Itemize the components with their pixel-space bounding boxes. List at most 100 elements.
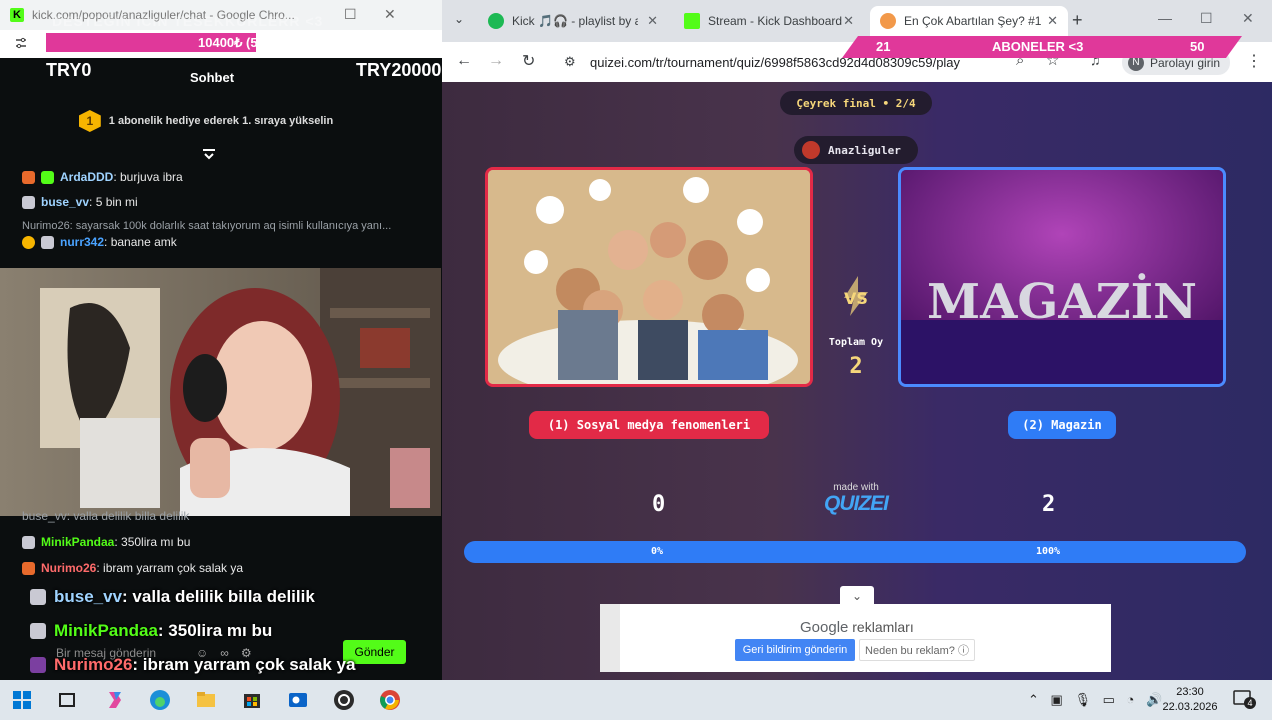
kick-chat-window: K kick.com/popout/anazliguler/chat - Goo… xyxy=(0,0,442,680)
clock-date: 22.03.2026 xyxy=(1162,701,1218,713)
tab-quizei[interactable]: En Çok Abartılan Şey? #1 ✕ xyxy=(870,6,1068,36)
google-ad-panel: Google reklamları Geri bildirim gönderin… xyxy=(600,604,1111,672)
tab-search-icon[interactable]: ⌄ xyxy=(454,12,464,26)
close-tab-icon[interactable]: ✕ xyxy=(647,13,658,29)
subscription-goal-bar: 10400₺ (5 xyxy=(46,33,414,52)
spotify-icon xyxy=(488,13,504,29)
menu-icon[interactable]: ⋮ xyxy=(1246,51,1262,71)
chat-username[interactable]: buse_vv xyxy=(41,195,89,209)
vs-text: VS xyxy=(844,289,868,308)
system-tray: ⌃ ▣ 🎙 ▭ ◔ 🔊 xyxy=(1028,692,1162,708)
collapse-chat-icon[interactable] xyxy=(202,147,216,161)
microsoft-store-icon[interactable] xyxy=(240,688,264,712)
tab-strip: ⌄ Kick 🎵🎧 - playlist by a... ✕ Stream - … xyxy=(442,0,1272,42)
stream-subscriber-overlay: 21 ABONELER <3 50 xyxy=(842,36,1242,58)
microphone-icon[interactable]: 🎙 xyxy=(1074,692,1091,707)
forward-icon[interactable]: → xyxy=(488,52,504,70)
maximize-icon[interactable]: ☐ xyxy=(344,6,357,23)
round-indicator: Çeyrek final • 2/4 xyxy=(780,91,932,115)
edge-icon[interactable] xyxy=(148,688,172,712)
windows-start-icon[interactable] xyxy=(10,688,34,712)
site-info-icon[interactable]: ⚙ xyxy=(564,54,576,70)
user-avatar xyxy=(30,623,46,639)
chat-username[interactable]: MinikPandaa xyxy=(41,535,114,549)
file-explorer-icon[interactable] xyxy=(194,688,218,712)
obs-studio-icon[interactable] xyxy=(332,688,356,712)
gift-sub-prompt[interactable]: 1 1 abonelik hediye ederek 1. sıraya yük… xyxy=(0,106,412,136)
chat-username[interactable]: ArdaDDD xyxy=(60,170,113,184)
chat-username[interactable]: nurr342 xyxy=(60,235,104,249)
chat-message: Nurimo26 : ibram yarram çok salak ya xyxy=(22,561,243,575)
user-avatar xyxy=(30,589,46,605)
why-this-ad-button[interactable]: Neden bu reklam? ⓘ xyxy=(859,639,975,661)
chat-header: TRY0 Sohbet TRY20000 xyxy=(0,58,442,94)
subscription-goal-text: 10400₺ (5 xyxy=(198,35,258,50)
user-avatar xyxy=(22,195,35,209)
tab-label: En Çok Abartılan Şey? #1 xyxy=(904,14,1042,28)
chat-username[interactable]: Nurimo26 xyxy=(41,561,96,575)
overlay-sub-title: ABONELER <3 xyxy=(992,39,1084,54)
close-icon[interactable]: ✕ xyxy=(384,6,396,23)
chat-message: ArdaDDD : burjuva ibra xyxy=(22,170,183,184)
chat-text: buse_vv: valla delilik billa delilik xyxy=(22,509,190,523)
chat-message: MinikPandaa : 350lira mı bu xyxy=(22,535,190,549)
magazin-card-text: MAGAZİN xyxy=(927,272,1197,330)
choice-card-left[interactable] xyxy=(485,167,813,387)
overlay-sub-right: 50 xyxy=(1190,39,1205,54)
chat-message: buse_vv : 5 bin mi xyxy=(22,195,138,209)
reply-reference[interactable]: Nurimo26: sayarsak 100k dolarlık saat ta… xyxy=(22,220,391,232)
clock[interactable]: 23:30 22.03.2026 xyxy=(1160,685,1220,715)
maximize-icon[interactable]: ☐ xyxy=(1200,10,1213,27)
show-hidden-icons[interactable]: ⌃ xyxy=(1028,692,1039,707)
stream-overlay-banner: DESTEĞIN ICIN TESEKKURLERR <3 xyxy=(52,13,324,29)
quizei-logo[interactable]: QUIZEI xyxy=(814,492,898,516)
webcam-image xyxy=(0,268,441,516)
battery-icon[interactable]: ▭ xyxy=(1103,692,1115,707)
choice-button-left[interactable]: (1) Sosyal medya fenomenleri xyxy=(529,411,769,439)
outlook-icon[interactable] xyxy=(286,688,310,712)
tab-spotify[interactable]: Kick 🎵🎧 - playlist by a... ✕ xyxy=(478,6,668,36)
user-avatar xyxy=(41,235,54,249)
tab-kick-dashboard[interactable]: Stream - Kick Dashboard ✕ xyxy=(674,6,864,36)
left-score: 0 xyxy=(652,492,666,517)
task-view-icon[interactable] xyxy=(55,688,79,712)
close-tab-icon[interactable]: ✕ xyxy=(1047,13,1058,29)
ad-title-suffix: reklamları xyxy=(852,619,914,635)
site-settings-icon[interactable] xyxy=(14,36,28,53)
overlay-username: Nurimo26 xyxy=(54,655,133,674)
chat-text: : ibram yarram çok salak ya xyxy=(96,561,244,575)
notification-center-icon[interactable]: 4 xyxy=(1232,689,1256,709)
minimize-icon[interactable]: — xyxy=(1158,10,1172,26)
choice-card-right[interactable]: MAGAZİN xyxy=(898,167,1226,387)
clock-time: 23:30 xyxy=(1176,686,1204,698)
ad-feedback-button[interactable]: Geri bildirim gönderin xyxy=(735,639,855,661)
ad-collapse-button[interactable]: ⌄ xyxy=(840,586,874,606)
chat-title: Sohbet xyxy=(190,70,235,85)
reload-icon[interactable]: ↻ xyxy=(522,51,535,71)
chevron-down-icon: ⌄ xyxy=(851,589,863,603)
copilot-icon[interactable] xyxy=(103,688,127,712)
overlay-username: MinikPandaa xyxy=(54,621,158,640)
back-icon[interactable]: ← xyxy=(456,52,472,70)
chrome-icon[interactable] xyxy=(378,688,402,712)
total-votes-value: 2 xyxy=(849,354,863,379)
wifi-icon[interactable]: ◔ xyxy=(1127,692,1135,707)
user-avatar xyxy=(22,170,35,184)
gift-rank-badge: 1 xyxy=(78,110,101,132)
new-tab-button[interactable]: + xyxy=(1072,10,1083,31)
gift-sub-text: 1 abonelik hediye ederek 1. sıraya yükse… xyxy=(108,115,334,127)
user-avatar xyxy=(22,561,35,575)
overlay-try-left: TRY0 xyxy=(46,60,92,80)
meet-now-icon[interactable]: ▣ xyxy=(1051,692,1063,707)
social-media-influencers-image xyxy=(488,170,810,384)
author-name: Anazliguler xyxy=(828,143,901,157)
quiz-author[interactable]: Anazliguler xyxy=(794,136,918,164)
right-score: 2 xyxy=(1042,492,1056,517)
close-window-icon[interactable]: ✕ xyxy=(1242,10,1254,27)
tab-label: Stream - Kick Dashboard xyxy=(708,14,843,28)
right-percentage-label: 100% xyxy=(1036,546,1061,557)
close-tab-icon[interactable]: ✕ xyxy=(843,13,854,29)
user-avatar xyxy=(30,657,46,673)
chat-text: : 5 bin mi xyxy=(89,195,138,209)
choice-button-right[interactable]: (2) Magazin xyxy=(1008,411,1116,439)
